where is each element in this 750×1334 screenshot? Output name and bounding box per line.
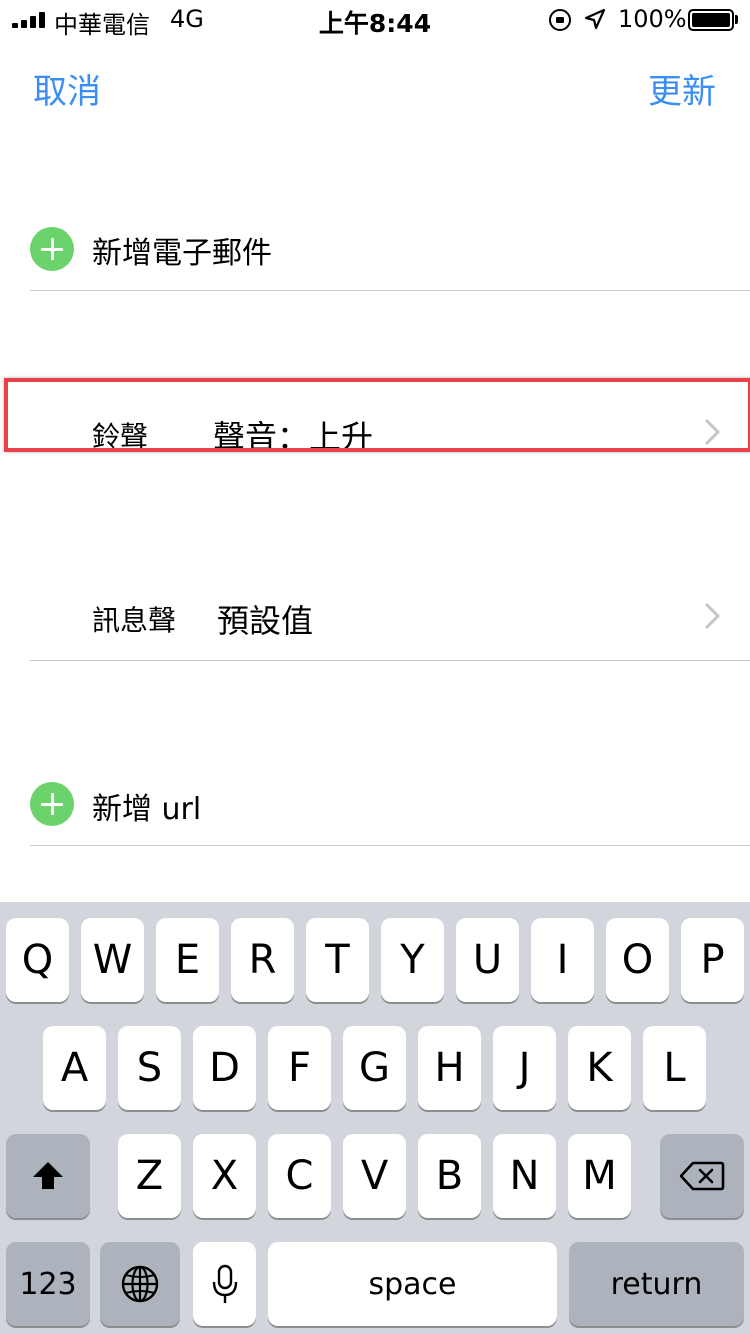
key-l[interactable]: L: [643, 1026, 706, 1110]
key-i[interactable]: I: [531, 918, 594, 1002]
key-q[interactable]: Q: [6, 918, 69, 1002]
key-c[interactable]: C: [268, 1134, 331, 1218]
key-m[interactable]: M: [568, 1134, 631, 1218]
delete-key[interactable]: [660, 1134, 744, 1218]
battery-icon: [688, 9, 734, 31]
key-j[interactable]: J: [493, 1026, 556, 1110]
key-o[interactable]: O: [606, 918, 669, 1002]
key-u[interactable]: U: [456, 918, 519, 1002]
cancel-button[interactable]: 取消: [33, 64, 101, 113]
key-k[interactable]: K: [568, 1026, 631, 1110]
key-r[interactable]: R: [231, 918, 294, 1002]
key-t[interactable]: T: [306, 918, 369, 1002]
add-icon[interactable]: [30, 227, 74, 271]
shift-icon: [33, 1162, 63, 1189]
key-v[interactable]: V: [343, 1134, 406, 1218]
key-x[interactable]: X: [193, 1134, 256, 1218]
add-email-row[interactable]: 新增電子郵件: [0, 215, 750, 285]
microphone-icon: [212, 1264, 237, 1303]
text-tone-row[interactable]: 訊息聲 預設值: [0, 582, 750, 652]
add-url-row[interactable]: 新增 url: [0, 770, 750, 840]
key-e[interactable]: E: [156, 918, 219, 1002]
key-h[interactable]: H: [418, 1026, 481, 1110]
update-button[interactable]: 更新: [648, 64, 716, 113]
highlight-box: [4, 378, 750, 452]
add-icon[interactable]: [30, 782, 74, 826]
key-a[interactable]: A: [43, 1026, 106, 1110]
key-b[interactable]: B: [418, 1134, 481, 1218]
status-bar: 中華電信 4G 上午8:44 100%: [0, 0, 750, 40]
key-f[interactable]: F: [268, 1026, 331, 1110]
globe-icon: [121, 1265, 159, 1303]
key-s[interactable]: S: [118, 1026, 181, 1110]
numbers-key[interactable]: 123: [6, 1242, 90, 1326]
key-g[interactable]: G: [343, 1026, 406, 1110]
space-key[interactable]: space: [268, 1242, 557, 1326]
orientation-lock-icon: [549, 9, 571, 31]
key-w[interactable]: W: [81, 918, 144, 1002]
dictation-key[interactable]: [193, 1242, 256, 1326]
globe-key[interactable]: [100, 1242, 180, 1326]
divider: [30, 660, 750, 661]
key-p[interactable]: P: [681, 918, 744, 1002]
battery-tip: [735, 15, 738, 24]
add-email-label: 新增電子郵件: [92, 236, 272, 271]
keyboard: Q W E R T Y U I O P A S D F G H J K L Z …: [0, 902, 750, 1334]
add-url-label: 新增 url: [92, 792, 202, 827]
return-key[interactable]: return: [569, 1242, 744, 1326]
chevron-right-icon: [705, 603, 720, 629]
shift-key[interactable]: [6, 1134, 90, 1218]
text-tone-value: 預設值: [217, 602, 314, 640]
location-arrow-icon: [584, 8, 606, 30]
divider: [30, 290, 750, 291]
text-tone-label: 訊息聲: [92, 604, 177, 637]
battery-percent: 100%: [618, 5, 687, 33]
key-n[interactable]: N: [493, 1134, 556, 1218]
delete-icon: [679, 1161, 725, 1191]
key-y[interactable]: Y: [381, 918, 444, 1002]
key-d[interactable]: D: [193, 1026, 256, 1110]
key-z[interactable]: Z: [118, 1134, 181, 1218]
divider: [30, 845, 750, 846]
